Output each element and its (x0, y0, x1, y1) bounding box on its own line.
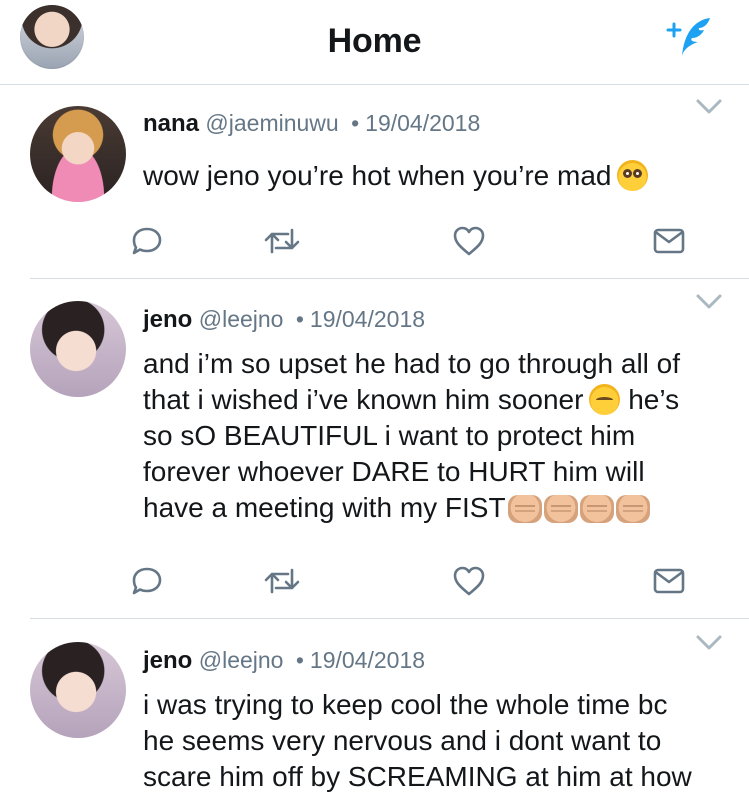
tweet[interactable]: jeno @leejno • 19/04/2018 i was trying to… (0, 620, 749, 792)
oncoming-fist-emoji (615, 495, 650, 523)
meta-separator: • (295, 306, 304, 332)
jeno-avatar[interactable] (30, 301, 126, 397)
tweet[interactable]: nana @jaeminuwu • 19/04/2018 wow jeno you… (0, 85, 749, 279)
display-name[interactable]: nana (143, 110, 199, 137)
tweet-text-line-part: that i wished i’ve known him sooner (143, 384, 584, 415)
flushed-face-emoji (617, 160, 649, 191)
tweet-text-line: forever whoever DARE to HURT him will (143, 456, 645, 487)
tweet-text: wow jeno you’re hot when you’re mad (143, 158, 738, 194)
oncoming-fist-emoji (579, 495, 614, 523)
meta-separator: • (351, 110, 360, 136)
tweet-separator (30, 618, 749, 619)
tweet-text-line: scare him off by SCREAMING at him at how (143, 761, 692, 792)
oncoming-fist-emoji (507, 495, 542, 523)
chevron-down-icon[interactable] (695, 293, 723, 311)
handle[interactable]: @leejno (199, 647, 284, 673)
handle[interactable]: @leejno (199, 306, 284, 332)
chevron-down-icon[interactable] (695, 634, 723, 652)
nana-avatar[interactable] (30, 106, 126, 202)
display-name[interactable]: jeno (143, 647, 192, 674)
tweet-meta: jeno @leejno • 19/04/2018 (143, 306, 425, 334)
tweet-date: 19/04/2018 (309, 306, 426, 332)
tweet-text-line: he seems very nervous and i dont want to (143, 725, 662, 756)
display-name[interactable]: jeno (143, 306, 192, 333)
tweet-text-line: wow jeno you’re hot when you’re mad (143, 160, 612, 191)
reply-icon[interactable] (130, 564, 164, 598)
reply-icon[interactable] (130, 224, 164, 258)
handle[interactable]: @jaeminuwu (205, 110, 338, 136)
tweet-text: i was trying to keep cool the whole time… (143, 687, 738, 795)
tweet-actions (0, 224, 749, 264)
tweet-text-line: and i’m so upset he had to go through al… (143, 348, 681, 379)
page-title: Home (327, 22, 422, 60)
pensive-face-emoji (589, 384, 621, 415)
oncoming-fist-emoji (543, 495, 578, 523)
tweet-actions (0, 564, 749, 604)
tweet-date: 19/04/2018 (309, 647, 426, 673)
like-icon[interactable] (452, 224, 486, 258)
top-navigation-bar: Home (0, 0, 749, 85)
direct-message-icon[interactable] (652, 564, 686, 598)
tweet-text-line: have a meeting with my FIST (143, 490, 738, 526)
tweet-meta: jeno @leejno • 19/04/2018 (143, 647, 425, 675)
tweet-text: and i’m so upset he had to go through al… (143, 346, 738, 526)
retweet-icon[interactable] (263, 224, 301, 258)
jeno-avatar[interactable] (30, 642, 126, 738)
tweet-text-line: that i wished i’ve known him sooner he’s (143, 382, 738, 418)
tweet-date: 19/04/2018 (365, 110, 481, 136)
tweet-text-line: i was trying to keep cool the whole time… (143, 689, 668, 720)
chevron-down-icon[interactable] (695, 98, 723, 116)
tweet-text-line: so sO BEAUTIFUL i want to protect him (143, 420, 636, 451)
tweet-meta: nana @jaeminuwu • 19/04/2018 (143, 110, 480, 138)
tweet-text-line-part: have a meeting with my FIST (143, 492, 506, 523)
meta-separator: • (295, 647, 304, 673)
direct-message-icon[interactable] (652, 224, 686, 258)
tweet-text-line-part: he’s (628, 384, 680, 415)
retweet-icon[interactable] (263, 564, 301, 598)
like-icon[interactable] (452, 564, 486, 598)
compose-tweet-icon[interactable] (662, 14, 718, 64)
tweet[interactable]: jeno @leejno • 19/04/2018 and i’m so upse… (0, 279, 749, 619)
